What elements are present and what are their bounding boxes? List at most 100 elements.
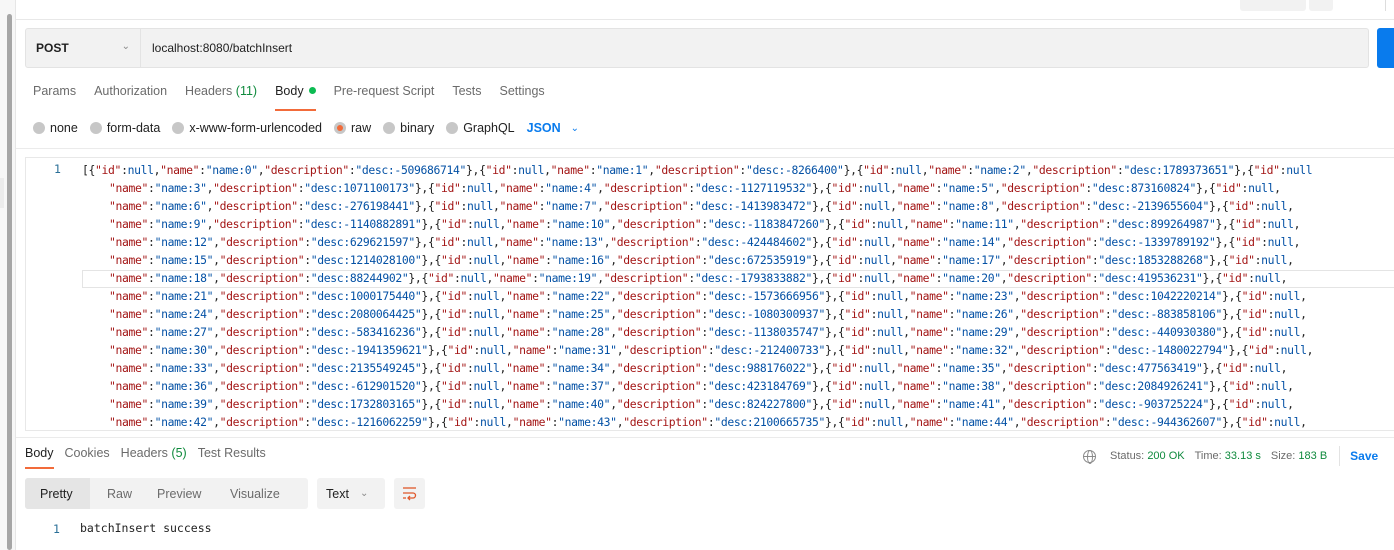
- radio-label: none: [50, 121, 78, 135]
- view-pretty-button[interactable]: Pretty: [25, 478, 90, 509]
- tab-label: Cookies: [64, 446, 110, 460]
- time-label: Time:: [1194, 450, 1222, 462]
- code-line: [{"id":null,"name":"name:0","description…: [82, 163, 1313, 177]
- globe-icon[interactable]: [1083, 449, 1096, 464]
- tab-label: Body: [275, 84, 304, 98]
- method-select[interactable]: POST ⌄: [26, 29, 141, 67]
- response-tab-test-results[interactable]: Test Results: [198, 446, 266, 460]
- code-line: "name":"name:12","description":"desc:629…: [109, 235, 1301, 249]
- chevron-down-icon: ⌄: [121, 41, 130, 52]
- tab-label: Authorization: [94, 84, 168, 98]
- sidebar-handle[interactable]: [0, 178, 4, 208]
- divider: [16, 437, 1394, 438]
- headers-count: (5): [171, 446, 187, 460]
- code-line: "name":"name:36","description":"desc:-61…: [109, 379, 1294, 393]
- code-line: "name":"name:30","description":"desc:-19…: [109, 343, 1314, 357]
- tab-authorization[interactable]: Authorization: [94, 82, 167, 108]
- response-meta: Status: 200 OK Time: 33.13 s Size: 183 B…: [1083, 446, 1378, 466]
- editor-gutter: 1: [26, 158, 76, 430]
- code-line: "name":"name:39","description":"desc:173…: [109, 397, 1294, 411]
- radio-label: form-data: [106, 121, 161, 135]
- body-type-raw[interactable]: raw: [334, 121, 371, 135]
- radio-label: x-www-form-urlencoded: [189, 121, 322, 135]
- status-label: Status:: [1110, 450, 1145, 462]
- top-bar: [16, 0, 1394, 20]
- status-value: 200 OK: [1147, 450, 1185, 462]
- code-line: "name":"name:27","description":"desc:-58…: [109, 325, 1307, 339]
- json-code: [{"id":null,"name":"name:0","description…: [82, 161, 1394, 430]
- save-response-button[interactable]: Save: [1350, 449, 1378, 463]
- code-line: "name":"name:21","description":"desc:100…: [109, 289, 1307, 303]
- code-line: "name":"name:15","description":"desc:121…: [109, 253, 1294, 267]
- code-line: "name":"name:42","description":"desc:-12…: [109, 415, 1307, 429]
- divider: [1339, 446, 1341, 466]
- wrap-lines-icon: [403, 487, 417, 501]
- chevron-down-icon: ⌄: [570, 122, 580, 134]
- response-tab-headers[interactable]: Headers (5): [121, 446, 187, 460]
- top-toolbar-button[interactable]: [1240, 0, 1306, 11]
- tab-params[interactable]: Params: [33, 82, 76, 108]
- body-indicator-dot: [308, 87, 316, 94]
- tab-label: Settings: [499, 84, 545, 98]
- response-format-select[interactable]: Text ⌄: [317, 478, 385, 509]
- code-line: "name":"name:24","description":"desc:208…: [109, 307, 1307, 321]
- send-button[interactable]: [1377, 28, 1394, 68]
- size-info[interactable]: Size: 183 B: [1271, 450, 1327, 462]
- tab-tests[interactable]: Tests: [452, 82, 481, 108]
- body-type-options: none form-data x-www-form-urlencoded raw…: [33, 119, 579, 137]
- code-line: "name":"name:3","description":"desc:1071…: [109, 181, 1281, 195]
- method-label: POST: [36, 41, 69, 55]
- tab-label: Test Results: [197, 446, 266, 460]
- scrollbar[interactable]: [7, 14, 12, 550]
- top-toolbar-dropdown[interactable]: [1309, 0, 1333, 11]
- size-label: Size:: [1270, 450, 1296, 462]
- body-type-urlencoded[interactable]: x-www-form-urlencoded: [172, 121, 322, 135]
- response-tabs: Body Cookies Headers (5) Test Results: [25, 446, 277, 469]
- tab-headers[interactable]: Headers (11): [185, 82, 257, 108]
- time-value: 33.13 s: [1224, 450, 1261, 462]
- body-type-form-data[interactable]: form-data: [89, 121, 161, 135]
- code-line: "name":"name:18","description":"desc:882…: [82, 269, 1394, 288]
- response-body-text: batchInsert success: [80, 521, 212, 535]
- tab-label: Params: [33, 84, 77, 98]
- response-tab-body[interactable]: Body: [25, 446, 54, 469]
- radio-button[interactable]: [446, 122, 459, 134]
- status-info[interactable]: Status: 200 OK: [1110, 450, 1185, 462]
- tab-label: Headers: [120, 446, 168, 460]
- language-label: JSON: [526, 121, 561, 135]
- divider: [16, 148, 1394, 149]
- body-type-binary[interactable]: binary: [383, 121, 434, 135]
- code-line: "name":"name:6","description":"desc:-276…: [109, 199, 1294, 213]
- request-tabs: Params Authorization Headers (11) Body P…: [33, 82, 563, 111]
- view-preview-button[interactable]: Preview: [148, 478, 226, 509]
- url-bar: POST ⌄: [25, 28, 1369, 68]
- view-visualize-button[interactable]: Visualize: [226, 478, 292, 509]
- radio-button-selected[interactable]: [334, 122, 346, 134]
- body-type-graphql[interactable]: GraphQL: [446, 121, 515, 135]
- raw-language-select[interactable]: JSON ⌄: [527, 121, 579, 135]
- response-tab-cookies[interactable]: Cookies: [65, 446, 110, 460]
- radio-button[interactable]: [89, 122, 102, 134]
- code-line: "name":"name:9","description":"desc:-114…: [109, 217, 1301, 231]
- body-editor[interactable]: 1 [{"id":null,"name":"name:0","descripti…: [25, 157, 1394, 431]
- size-value: 183 B: [1298, 450, 1328, 462]
- view-mode-group: Pretty Raw Preview Visualize: [25, 478, 308, 509]
- divider: [1385, 0, 1386, 11]
- tab-settings[interactable]: Settings: [500, 82, 545, 108]
- wrap-lines-button[interactable]: [394, 478, 425, 509]
- line-number: 1: [54, 162, 61, 176]
- radio-button[interactable]: [383, 122, 396, 134]
- tab-pre-request-script[interactable]: Pre-request Script: [334, 82, 435, 108]
- format-label: Text: [326, 486, 349, 501]
- headers-count: (11): [235, 84, 258, 98]
- body-type-none[interactable]: none: [33, 121, 78, 135]
- radio-label: raw: [351, 121, 372, 135]
- url-input[interactable]: [141, 29, 1368, 67]
- radio-button[interactable]: [172, 122, 185, 134]
- response-line-number: 1: [53, 522, 60, 536]
- time-info[interactable]: Time: 33.13 s: [1195, 450, 1261, 462]
- view-raw-button[interactable]: Raw: [90, 478, 148, 509]
- tab-body[interactable]: Body: [275, 82, 316, 111]
- radio-button[interactable]: [33, 122, 45, 134]
- code-line: "name":"name:33","description":"desc:213…: [109, 361, 1288, 375]
